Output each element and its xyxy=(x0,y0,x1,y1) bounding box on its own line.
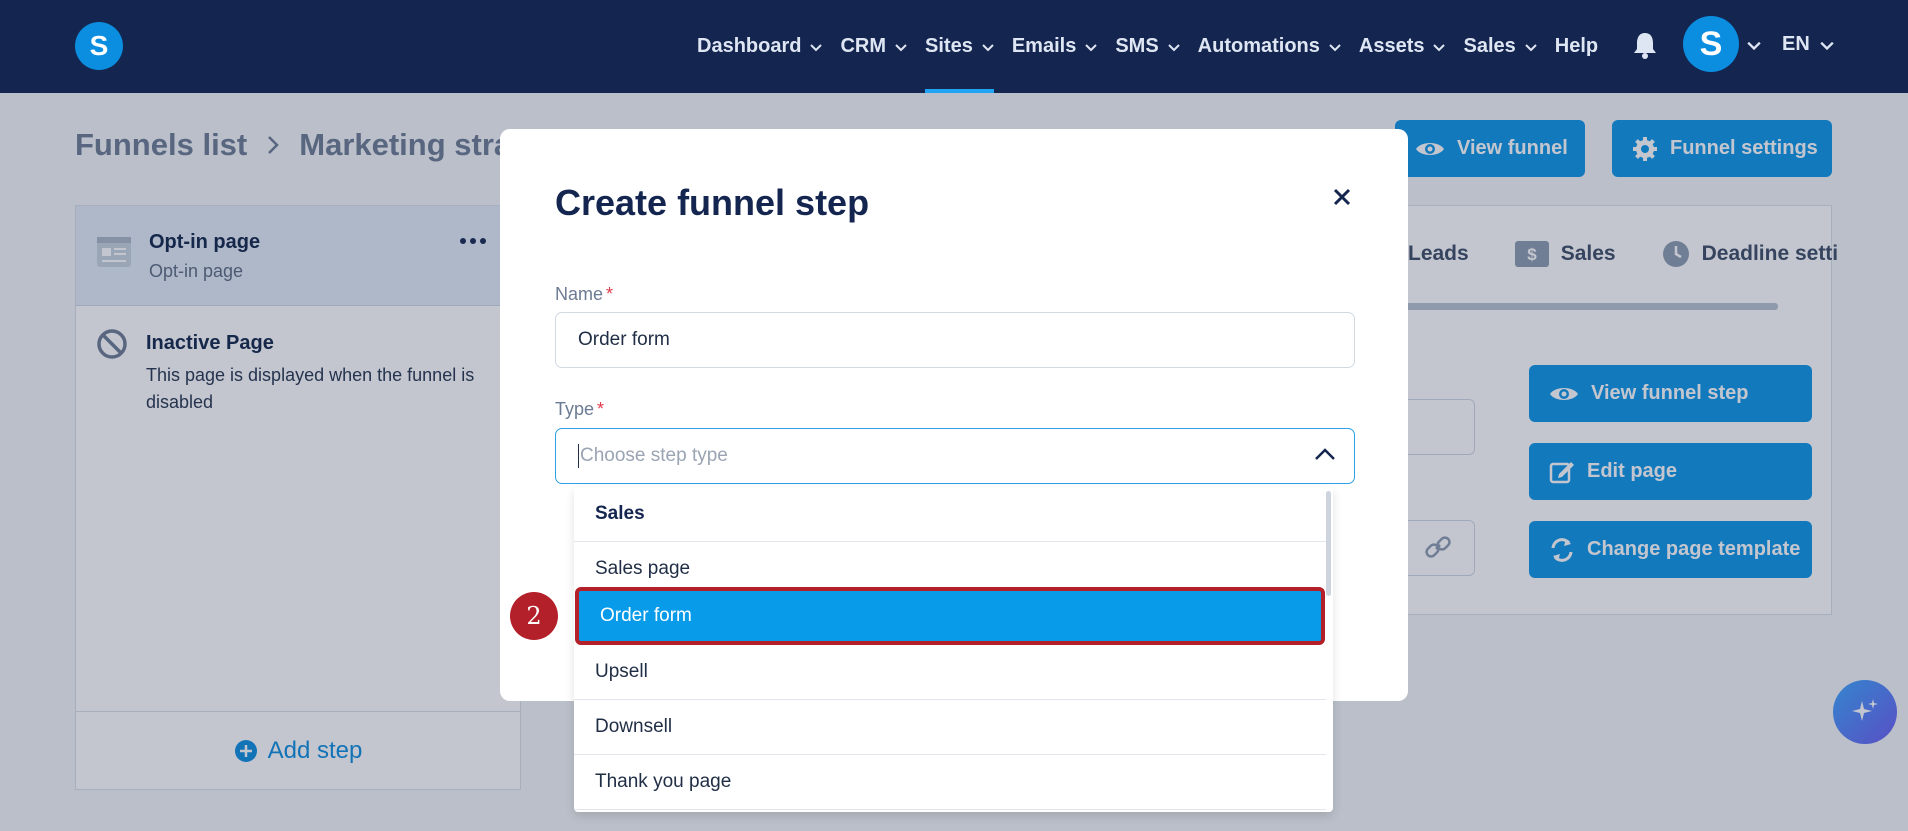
chevron-up-icon xyxy=(1315,448,1335,460)
bell-icon[interactable] xyxy=(1632,31,1658,59)
chevron-down-icon xyxy=(1085,43,1098,51)
nav-item-sms[interactable]: SMS xyxy=(1115,0,1180,93)
top-navbar: S Dashboard CRM Sites Emails SMS Automat… xyxy=(0,0,1908,93)
app-logo[interactable]: S xyxy=(75,22,123,70)
chevron-down-icon xyxy=(1433,43,1446,51)
close-icon[interactable] xyxy=(1330,185,1354,209)
chevron-down-icon xyxy=(1329,43,1341,51)
type-label: Type * xyxy=(555,399,605,419)
type-select[interactable]: Choose step type xyxy=(555,428,1355,484)
chevron-down-icon xyxy=(810,43,823,51)
nav-item-sites[interactable]: Sites xyxy=(925,0,994,93)
nav-item-emails[interactable]: Emails xyxy=(1012,0,1098,93)
name-input[interactable]: Order form xyxy=(555,312,1355,368)
nav-item-sales[interactable]: Sales xyxy=(1463,0,1537,93)
nav-item-crm[interactable]: CRM xyxy=(840,0,907,93)
chevron-down-icon xyxy=(1167,43,1180,51)
chevron-down-icon xyxy=(982,43,994,51)
name-label: Name * xyxy=(555,284,614,304)
nav-item-automations[interactable]: Automations xyxy=(1198,0,1341,93)
avatar[interactable]: S xyxy=(1683,16,1739,72)
nav-menu: Dashboard CRM Sites Emails SMS Automatio… xyxy=(697,0,1616,93)
chevron-down-icon[interactable] xyxy=(1747,38,1761,52)
language-selector[interactable]: EN xyxy=(1782,33,1834,56)
chevron-down-icon xyxy=(1525,43,1537,51)
dropdown-scrollbar[interactable] xyxy=(1326,491,1331,596)
nav-item-assets[interactable]: Assets xyxy=(1359,0,1446,93)
dropdown-group-header: Sales xyxy=(574,487,1326,542)
nav-item-dashboard[interactable]: Dashboard xyxy=(697,0,823,93)
step-number-badge: 2 xyxy=(510,592,558,640)
chevron-down-icon xyxy=(1820,41,1834,50)
option-thank-you-page[interactable]: Thank you page xyxy=(574,755,1326,810)
step-type-dropdown: Sales Sales page Order form Upsell Downs… xyxy=(574,487,1333,812)
option-order-form[interactable]: Order form xyxy=(575,587,1325,645)
option-downsell[interactable]: Downsell xyxy=(574,700,1326,755)
chevron-down-icon xyxy=(895,43,907,51)
option-upsell[interactable]: Upsell xyxy=(574,645,1326,700)
nav-item-help[interactable]: Help xyxy=(1555,0,1598,93)
modal-title: Create funnel step xyxy=(555,182,870,223)
